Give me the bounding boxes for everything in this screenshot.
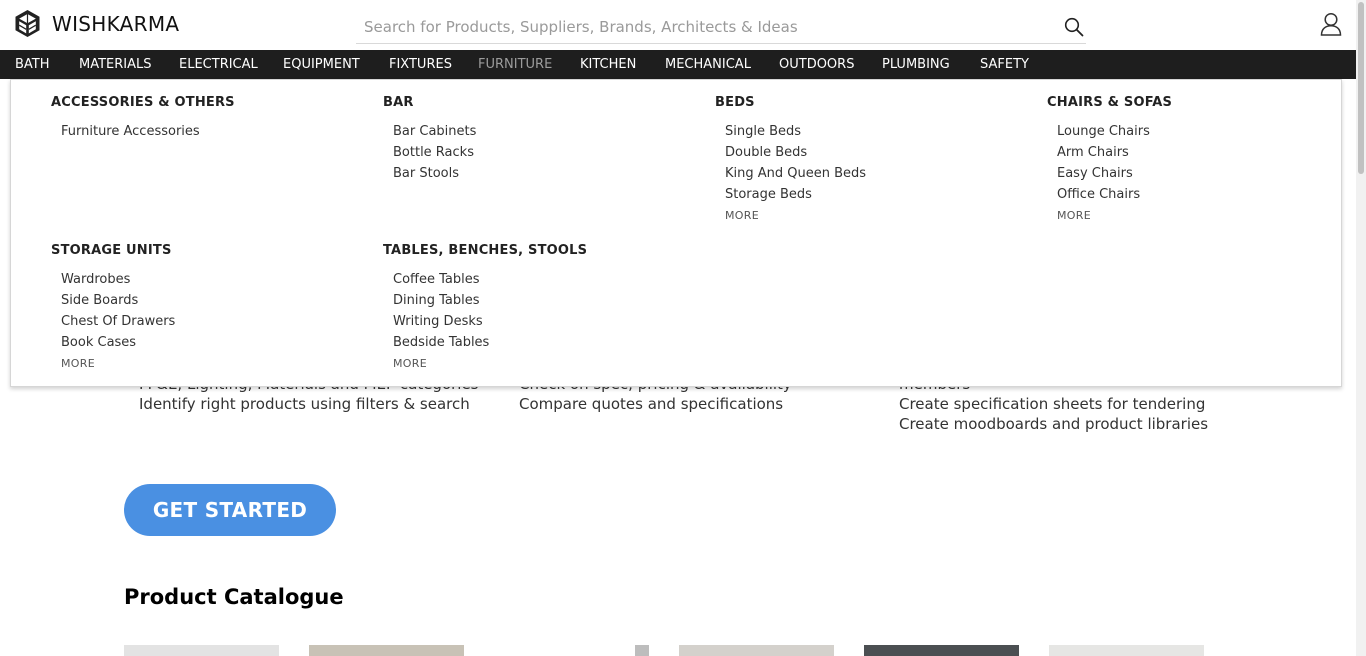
menu-category-bar: BAR Bar Cabinets Bottle Racks Bar Stools xyxy=(383,95,476,184)
menu-link[interactable]: Bar Stools xyxy=(393,163,476,184)
menu-link[interactable]: Book Cases xyxy=(61,332,175,353)
menu-link[interactable]: Single Beds xyxy=(725,121,866,142)
logo-cube-icon xyxy=(15,10,40,37)
feature-line: Create specification sheets for tenderin… xyxy=(899,395,1206,413)
nav-item-outdoors[interactable]: OUTDOORS xyxy=(779,57,854,72)
nav-item-equipment[interactable]: EQUIPMENT xyxy=(283,57,360,72)
menu-link[interactable]: Dining Tables xyxy=(393,290,587,311)
menu-link[interactable]: Lounge Chairs xyxy=(1057,121,1172,142)
product-thumbnail[interactable] xyxy=(864,645,1019,656)
search-bar xyxy=(356,8,1086,44)
category-title[interactable]: CHAIRS & SOFAS xyxy=(1047,95,1172,110)
menu-link[interactable]: Bedside Tables xyxy=(393,332,587,353)
logo[interactable]: WISHKARMA xyxy=(14,9,179,38)
search-input[interactable] xyxy=(364,16,1044,38)
product-thumbnail[interactable] xyxy=(309,645,464,656)
menu-link[interactable]: Storage Beds xyxy=(725,184,866,205)
site-header: WISHKARMA xyxy=(0,0,1356,50)
scrollbar-thumb[interactable] xyxy=(1358,2,1364,174)
user-account-icon[interactable] xyxy=(1320,12,1342,36)
category-list: Coffee Tables Dining Tables Writing Desk… xyxy=(393,269,587,374)
furniture-mega-menu: ACCESSORIES & OTHERS Furniture Accessori… xyxy=(10,79,1342,387)
menu-link[interactable]: Office Chairs xyxy=(1057,184,1172,205)
catalogue-heading: Product Catalogue xyxy=(124,585,344,609)
menu-link[interactable]: Bar Cabinets xyxy=(393,121,476,142)
more-link[interactable]: MORE xyxy=(725,205,866,226)
menu-link[interactable]: Side Boards xyxy=(61,290,175,311)
menu-link[interactable]: Arm Chairs xyxy=(1057,142,1172,163)
nav-item-materials[interactable]: MATERIALS xyxy=(79,57,152,72)
menu-link[interactable]: Wardrobes xyxy=(61,269,175,290)
menu-link[interactable]: Easy Chairs xyxy=(1057,163,1172,184)
category-title[interactable]: BAR xyxy=(383,95,476,110)
more-link[interactable]: MORE xyxy=(393,353,587,374)
nav-item-mechanical[interactable]: MECHANICAL xyxy=(665,57,751,72)
get-started-button[interactable]: GET STARTED xyxy=(124,484,336,536)
nav-item-electrical[interactable]: ELECTRICAL xyxy=(179,57,258,72)
nav-item-kitchen[interactable]: KITCHEN xyxy=(580,57,636,72)
nav-item-fixtures[interactable]: FIXTURES xyxy=(389,57,452,72)
menu-link[interactable]: Furniture Accessories xyxy=(61,121,235,142)
menu-link[interactable]: Bottle Racks xyxy=(393,142,476,163)
feature-line: Create moodboards and product libraries xyxy=(899,415,1209,433)
menu-link[interactable]: Double Beds xyxy=(725,142,866,163)
menu-link[interactable]: King And Queen Beds xyxy=(725,163,866,184)
menu-link[interactable]: Coffee Tables xyxy=(393,269,587,290)
product-thumbnail[interactable] xyxy=(1049,645,1204,656)
menu-link[interactable]: Chest Of Drawers xyxy=(61,311,175,332)
product-thumbnail[interactable] xyxy=(679,645,834,656)
product-thumbnail[interactable] xyxy=(124,645,279,656)
category-title[interactable]: ACCESSORIES & OTHERS xyxy=(51,95,235,110)
menu-category-accessories: ACCESSORIES & OTHERS Furniture Accessori… xyxy=(51,95,235,142)
category-list: Wardrobes Side Boards Chest Of Drawers B… xyxy=(61,269,175,374)
feature-line: Identify right products using filters & … xyxy=(139,395,470,413)
nav-item-safety[interactable]: SAFETY xyxy=(980,57,1029,72)
menu-category-tables: TABLES, BENCHES, STOOLS Coffee Tables Di… xyxy=(383,243,587,374)
category-title[interactable]: BEDS xyxy=(715,95,866,110)
more-link[interactable]: MORE xyxy=(61,353,175,374)
category-title[interactable]: TABLES, BENCHES, STOOLS xyxy=(383,243,587,258)
category-nav: BATH MATERIALS ELECTRICAL EQUIPMENT FIXT… xyxy=(0,50,1356,79)
more-link[interactable]: MORE xyxy=(1057,205,1172,226)
menu-link[interactable]: Writing Desks xyxy=(393,311,587,332)
menu-category-chairs-sofas: CHAIRS & SOFAS Lounge Chairs Arm Chairs … xyxy=(1047,95,1172,226)
nav-item-bath[interactable]: BATH xyxy=(15,57,50,72)
brand-name: WISHKARMA xyxy=(52,11,180,36)
category-title[interactable]: STORAGE UNITS xyxy=(51,243,175,258)
category-list: Lounge Chairs Arm Chairs Easy Chairs Off… xyxy=(1057,121,1172,226)
category-list: Furniture Accessories xyxy=(61,121,235,142)
nav-item-plumbing[interactable]: PLUMBING xyxy=(882,57,950,72)
nav-item-furniture[interactable]: FURNITURE xyxy=(478,57,552,72)
menu-category-beds: BEDS Single Beds Double Beds King And Qu… xyxy=(715,95,866,226)
search-icon[interactable] xyxy=(1064,17,1084,37)
category-list: Single Beds Double Beds King And Queen B… xyxy=(725,121,866,226)
category-list: Bar Cabinets Bottle Racks Bar Stools xyxy=(393,121,476,184)
page-scrollbar[interactable] xyxy=(1356,0,1366,656)
menu-category-storage-units: STORAGE UNITS Wardrobes Side Boards Ches… xyxy=(51,243,175,374)
feature-line: Compare quotes and specifications xyxy=(519,395,784,413)
product-thumbnail[interactable] xyxy=(494,645,649,656)
